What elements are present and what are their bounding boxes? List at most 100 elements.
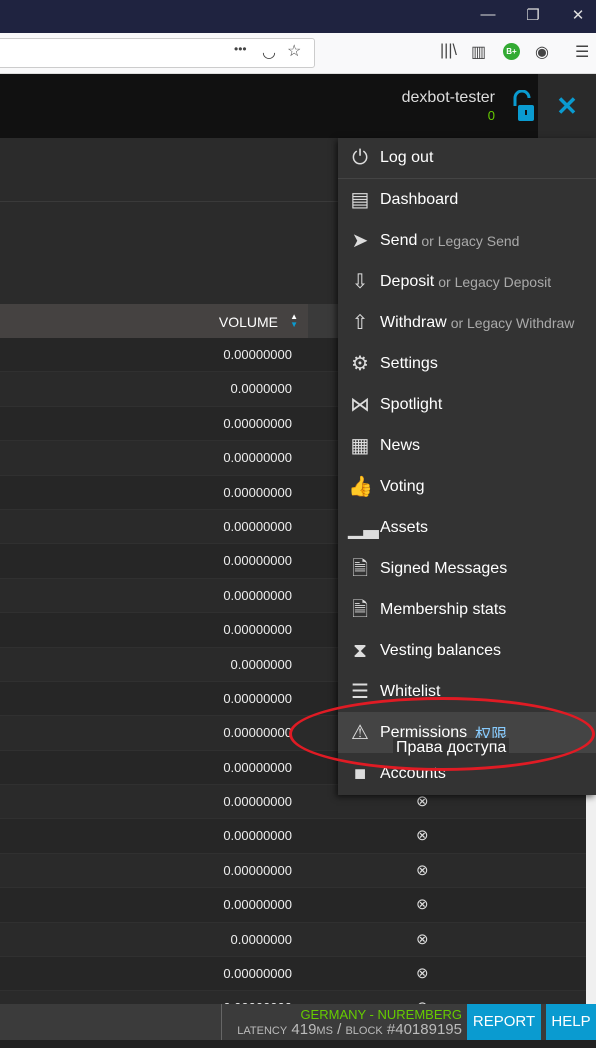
document-icon: 🗎: [351, 557, 369, 580]
menu-item-label: Deposit: [380, 272, 435, 290]
restore-icon[interactable]: ❐: [523, 6, 543, 24]
volume-cell: 0.00000000: [223, 690, 292, 706]
help-button[interactable]: HELP: [546, 1004, 596, 1040]
menu-item-signed-messages[interactable]: 🗎 Signed Messages: [338, 548, 596, 589]
menu-item-dashboard[interactable]: ▤ Dashboard: [338, 179, 596, 220]
footer: GERMANY - NUREMBERG LATENCY 419MS / BLOC…: [0, 1004, 596, 1040]
minimize-icon[interactable]: —: [478, 6, 498, 23]
menu-item-assets[interactable]: ▁▃ Assets: [338, 507, 596, 548]
table-row[interactable]: 0.00000000 ⊗: [0, 819, 586, 854]
menu-item-label: Assets: [380, 518, 429, 536]
volume-cell: 0.00000000: [223, 587, 292, 603]
volume-cell: 0.00000000: [223, 725, 292, 741]
account-balance: 0: [487, 108, 495, 123]
menu-item-label: Dashboard: [380, 190, 459, 208]
close-icon[interactable]: ✕: [568, 6, 588, 24]
window-titlebar: — ❐ ✕: [0, 0, 596, 33]
volume-cell: 0.00000000: [223, 828, 292, 844]
menu-item-log-out[interactable]: ⏻ Log out: [338, 138, 596, 179]
annotation-circle: [289, 697, 595, 771]
latency-readout: LATENCY 419MS / BLOCK #40189195: [237, 1021, 462, 1038]
menu-item-vesting-balances[interactable]: ⧗ Vesting balances: [338, 630, 596, 671]
table-row[interactable]: 0.00000000 ⊗: [0, 957, 586, 992]
volume-cell: 0.0000000: [230, 656, 292, 672]
volume-cell: 0.00000000: [223, 622, 292, 638]
volume-cell: 0.00000000: [223, 862, 292, 878]
menu-item-membership-stats[interactable]: 🗎 Membership stats: [338, 589, 596, 630]
menu-item-label: News: [380, 436, 421, 454]
legacy-link[interactable]: or Legacy Send: [421, 233, 519, 249]
menu-item-send[interactable]: ➤ Send or Legacy Send: [338, 220, 596, 261]
account-icon[interactable]: ◉: [535, 42, 549, 62]
news-icon: ▦: [350, 434, 370, 457]
table-row[interactable]: 0.00000000 ⊗: [0, 853, 586, 889]
menu-item-label: Send: [380, 231, 418, 249]
menu-item-settings[interactable]: ⚙ Settings: [338, 343, 596, 384]
table-row[interactable]: 0.00000000 ⊗: [0, 888, 586, 923]
legacy-link[interactable]: or Legacy Deposit: [438, 274, 551, 290]
volume-cell: 0.00000000: [223, 347, 292, 362]
dashboard-icon: ▤: [350, 188, 370, 211]
unlock-icon[interactable]: [510, 90, 534, 122]
menu-item-label: Voting: [380, 477, 425, 495]
menu-item-spotlight[interactable]: ⋈ Spotlight: [338, 384, 596, 425]
table-row[interactable]: 0.0000000 ⊗: [0, 922, 586, 958]
volume-cell: 0.00000000: [223, 897, 292, 913]
hamburger-menu-icon[interactable]: ☰: [575, 42, 589, 62]
menu-item-withdraw[interactable]: ⇧ Withdraw or Legacy Withdraw: [338, 302, 596, 343]
hourglass-icon: ⧗: [352, 639, 368, 662]
sidebar-icon[interactable]: ▥: [471, 42, 486, 62]
app-header: dexbot-tester 0 ✕: [0, 74, 596, 138]
volume-cell: 0.00000000: [223, 966, 292, 982]
extension-icon[interactable]: B+: [503, 43, 520, 60]
volume-cell: 0.00000000: [223, 794, 292, 810]
remove-icon[interactable]: ⊗: [416, 826, 429, 844]
menu-item-label: Settings: [380, 354, 438, 372]
volume-column-header[interactable]: VOLUME: [219, 314, 278, 330]
withdraw-icon: ⇧: [351, 311, 369, 334]
menu-item-label: Membership stats: [380, 600, 507, 618]
pocket-icon[interactable]: ◡: [262, 42, 276, 62]
volume-cell: 0.00000000: [223, 415, 292, 431]
volume-cell: 0.0000000: [230, 931, 292, 947]
node-location[interactable]: GERMANY - NUREMBERG: [300, 1007, 462, 1022]
close-menu-button[interactable]: ✕: [538, 74, 596, 138]
account-name[interactable]: dexbot-tester: [402, 89, 495, 107]
menu-item-label: Log out: [380, 149, 434, 166]
list-icon: ☰: [351, 680, 369, 703]
menu-item-label: Signed Messages: [380, 559, 508, 577]
thumbs-up-icon: 👍: [348, 475, 373, 498]
volume-cell: 0.00000000: [223, 484, 292, 500]
send-icon: ➤: [351, 229, 369, 252]
url-bar[interactable]: ••• ◡ ☆: [0, 38, 315, 68]
account-menu: ⏻ Log out ▤ Dashboard ➤ Send or Legacy Send ⇩ De…: [338, 138, 596, 795]
remove-icon[interactable]: ⊗: [416, 861, 429, 879]
volume-cell: 0.0000000: [230, 381, 292, 397]
more-actions-icon[interactable]: •••: [234, 42, 247, 56]
library-icon[interactable]: |||\: [440, 42, 457, 60]
volume-cell: 0.00000000: [223, 518, 292, 534]
menu-item-deposit[interactable]: ⇩ Deposit or Legacy Deposit: [338, 261, 596, 302]
menu-item-news[interactable]: ▦ News: [338, 425, 596, 466]
remove-icon[interactable]: ⊗: [416, 895, 429, 913]
legacy-link[interactable]: or Legacy Withdraw: [451, 315, 575, 331]
tooltip: Права доступа: [393, 738, 510, 758]
bookmark-star-icon[interactable]: ☆: [287, 41, 301, 61]
power-icon: ⏻: [352, 147, 368, 169]
menu-item-label: Withdraw: [380, 313, 447, 331]
menu-item-voting[interactable]: 👍 Voting: [338, 466, 596, 507]
volume-cell: 0.00000000: [223, 450, 292, 466]
sort-icon[interactable]: ▲ ▼: [290, 313, 298, 329]
report-button[interactable]: REPORT: [467, 1004, 541, 1040]
spotlight-icon: ⋈: [350, 393, 370, 416]
remove-icon[interactable]: ⊗: [416, 964, 429, 982]
table-header: VOLUME ▲ ▼: [0, 304, 308, 338]
gears-icon: ⚙: [351, 352, 369, 375]
menu-item-label: Spotlight: [380, 395, 443, 413]
deposit-icon: ⇩: [351, 270, 369, 293]
divider: [221, 1004, 222, 1040]
volume-cell: 0.00000000: [223, 759, 292, 775]
volume-cell: 0.00000000: [223, 553, 292, 569]
remove-icon[interactable]: ⊗: [416, 930, 429, 948]
bottom-edge: [0, 1040, 596, 1048]
